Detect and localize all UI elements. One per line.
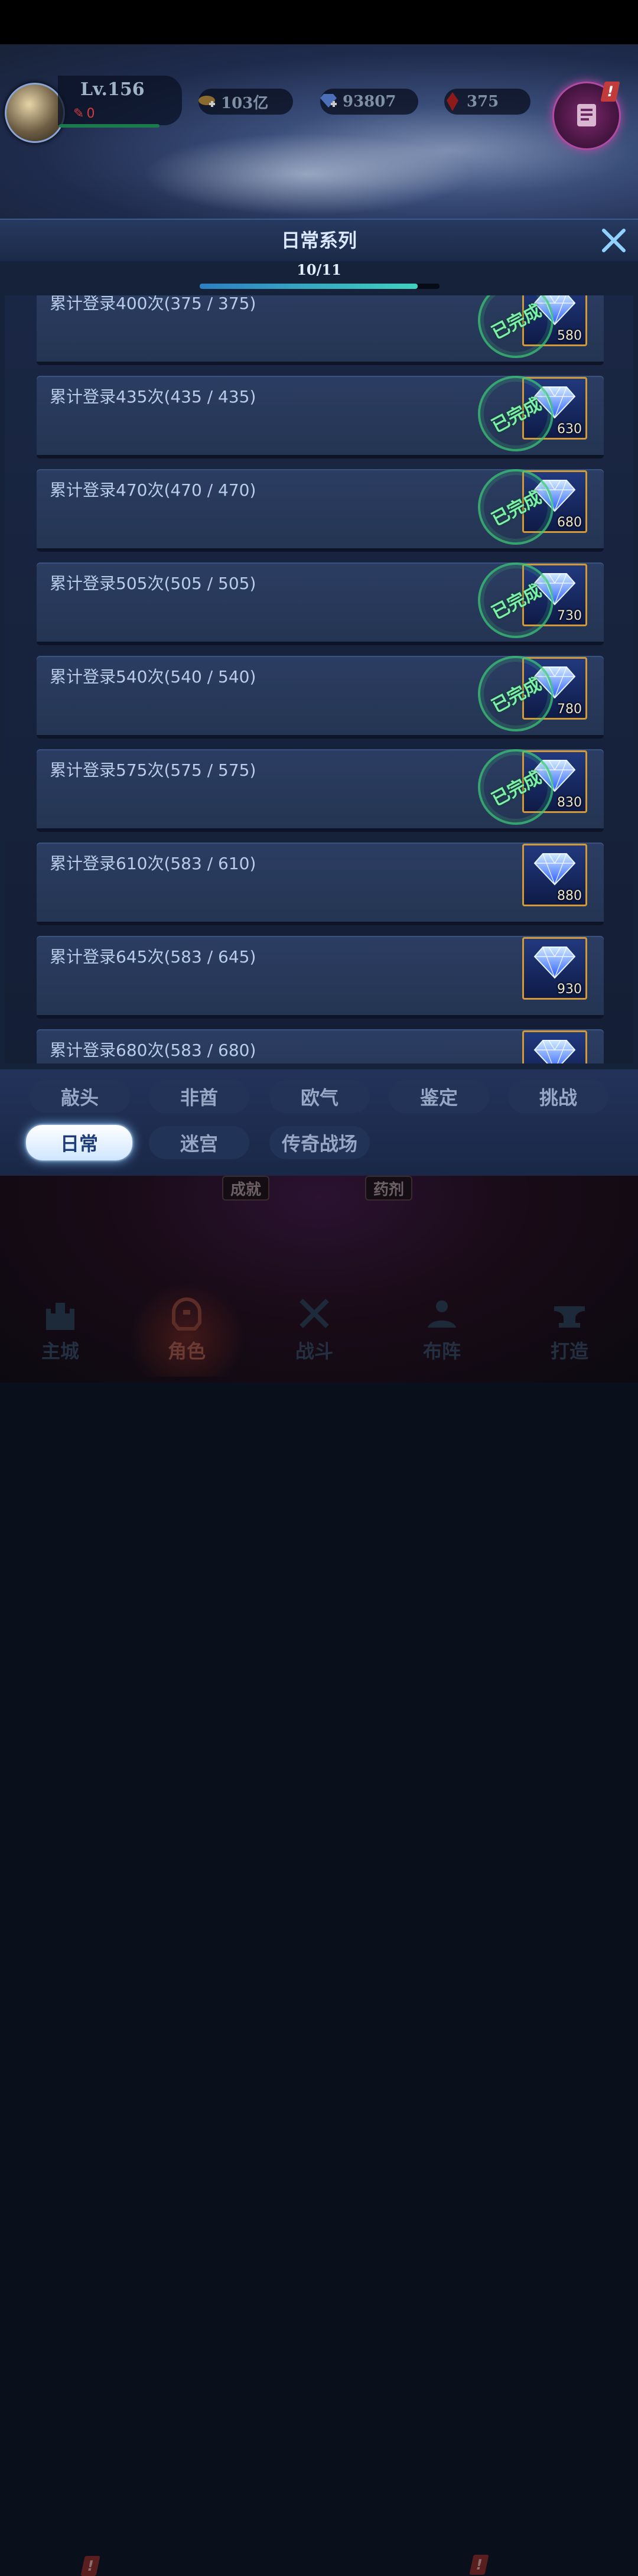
task-row[interactable]: 累计登录540次(540 / 540) 780 已完成 bbox=[37, 656, 604, 739]
diamond-icon bbox=[532, 295, 577, 329]
gold-icon bbox=[195, 90, 219, 113]
scene-background bbox=[0, 44, 638, 222]
scroll-icon bbox=[570, 98, 603, 134]
task-row[interactable]: 累计登录400次(375 / 375) 580 已完成 bbox=[37, 295, 604, 365]
nav-main-city[interactable]: 主城 bbox=[1, 1282, 119, 1377]
diamond-counter[interactable]: 93807 bbox=[320, 89, 418, 115]
task-row[interactable]: 累计登录680次(583 / 680) bbox=[37, 1029, 604, 1063]
nav-battle-label: 战斗 bbox=[295, 1340, 333, 1362]
diamond-icon bbox=[532, 758, 577, 796]
progress-label: 10/11 bbox=[297, 261, 341, 278]
crystal-value: 375 bbox=[467, 93, 499, 110]
task-title: 累计登录680次(583 / 680) bbox=[50, 1040, 256, 1060]
panel-header: 日常系列 bbox=[0, 220, 638, 261]
reward-count: 880 bbox=[557, 889, 582, 903]
tab-tiaozhan[interactable]: 挑战 bbox=[508, 1080, 608, 1113]
task-row[interactable]: 累计登录470次(470 / 470) 680 已完成 bbox=[37, 469, 604, 552]
reward-count: 630 bbox=[557, 422, 582, 437]
nav-forge-label: 打造 bbox=[550, 1340, 588, 1362]
diamond-icon bbox=[532, 851, 577, 889]
nav-formation-label: 布阵 bbox=[422, 1340, 461, 1362]
reward-count: 730 bbox=[557, 609, 582, 623]
bottom-navigation: 主城 ! 角色 战斗 布阵 ! 打造 bbox=[0, 1282, 638, 2576]
reward-item[interactable] bbox=[522, 1030, 587, 1063]
tab-ouqi[interactable]: 欧气 bbox=[269, 1080, 370, 1113]
nav-forge[interactable]: 打造 bbox=[510, 1282, 629, 1377]
task-row[interactable]: 累计登录575次(575 / 575) 830 已完成 bbox=[37, 749, 604, 832]
player-hp-bar bbox=[59, 124, 160, 128]
nav-formation[interactable]: 布阵 bbox=[383, 1282, 501, 1377]
nav-character-label: 角色 bbox=[167, 1340, 206, 1362]
task-title: 累计登录610次(583 / 610) bbox=[50, 854, 256, 873]
anvil-icon bbox=[549, 1293, 590, 1334]
tab-jianding[interactable]: 鉴定 bbox=[389, 1080, 489, 1113]
task-row[interactable]: 累计登录435次(435 / 435) 630 已完成 bbox=[37, 376, 604, 458]
achievements-label: 成就 bbox=[222, 1176, 270, 1201]
player-avatar[interactable] bbox=[5, 83, 65, 143]
status-bar bbox=[0, 0, 638, 44]
diamond-icon bbox=[532, 571, 577, 609]
tab-migong[interactable]: 迷宫 bbox=[149, 1126, 249, 1159]
daily-series-panel: 日常系列 10/11 累计登录400次(375 / 375) 580 已完成 累计登录… bbox=[0, 219, 638, 1177]
crossed-swords-icon bbox=[294, 1293, 335, 1334]
task-row[interactable]: 累计登录645次(583 / 645) 930 bbox=[37, 936, 604, 1019]
diamond-icon bbox=[532, 385, 577, 422]
task-row[interactable]: 累计登录505次(505 / 505) 730 已完成 bbox=[37, 562, 604, 645]
tab-richang[interactable]: 日常 bbox=[26, 1125, 132, 1160]
reward-item[interactable]: 830 bbox=[522, 750, 587, 813]
reward-count: 930 bbox=[557, 982, 582, 997]
task-title: 累计登录470次(470 / 470) bbox=[50, 480, 256, 500]
tab-feiqiu[interactable]: 非酋 bbox=[149, 1080, 249, 1113]
progress-bar-fill bbox=[200, 284, 418, 289]
task-title: 累计登录575次(575 / 575) bbox=[50, 760, 256, 780]
task-title: 累计登录645次(583 / 645) bbox=[50, 947, 256, 967]
diamond-value: 93807 bbox=[343, 93, 396, 110]
red-crystal-icon bbox=[441, 90, 464, 113]
nav-main-city-label: 主城 bbox=[41, 1340, 79, 1362]
reward-item[interactable]: 730 bbox=[522, 564, 587, 626]
close-icon bbox=[602, 229, 626, 252]
gold-counter[interactable]: 103亿 bbox=[198, 89, 293, 115]
panel-title: 日常系列 bbox=[281, 229, 357, 252]
reward-item[interactable]: 780 bbox=[522, 657, 587, 720]
castle-icon bbox=[40, 1293, 81, 1334]
task-row[interactable]: 累计登录610次(583 / 610) 880 bbox=[37, 843, 604, 925]
gold-value: 103亿 bbox=[221, 94, 269, 112]
task-title: 累计登录505次(505 / 505) bbox=[50, 574, 256, 593]
tab-chuanqi-zhanchang[interactable]: 传奇战场 bbox=[269, 1126, 370, 1159]
formation-icon bbox=[421, 1293, 463, 1334]
category-tab-bar: 敲头 非酋 欧气 鉴定 挑战 日常 迷宫 传奇战场 bbox=[0, 1069, 638, 1176]
task-title: 累计登录400次(375 / 375) bbox=[50, 295, 256, 313]
nav-battle[interactable]: 战斗 bbox=[255, 1282, 373, 1377]
progress-bar bbox=[200, 284, 440, 289]
power-value: 0 bbox=[73, 106, 95, 121]
nav-character[interactable]: 角色 bbox=[128, 1282, 246, 1377]
player-level: Lv.156 bbox=[80, 79, 145, 100]
reward-item[interactable]: 930 bbox=[522, 937, 587, 1000]
reward-count: 830 bbox=[557, 795, 582, 810]
diamond-icon bbox=[532, 1038, 577, 1063]
potions-label: 药剂 bbox=[365, 1176, 413, 1201]
nav-main-city-alert: ! bbox=[80, 2556, 100, 2576]
reward-item[interactable]: 680 bbox=[522, 470, 587, 533]
reward-count: 580 bbox=[557, 328, 582, 343]
reward-item[interactable]: 880 bbox=[522, 844, 587, 906]
diamond-icon bbox=[532, 478, 577, 516]
reward-item[interactable]: 580 bbox=[522, 295, 587, 346]
task-list[interactable]: 累计登录400次(375 / 375) 580 已完成 累计登录435次(435 / … bbox=[5, 295, 633, 1063]
crystal-counter[interactable]: 375 bbox=[444, 89, 530, 115]
nav-formation-alert: ! bbox=[469, 2555, 489, 2575]
reward-count: 780 bbox=[557, 702, 582, 717]
reward-count: 680 bbox=[557, 515, 582, 530]
task-title: 累计登录540次(540 / 540) bbox=[50, 667, 256, 687]
diamond-icon bbox=[532, 665, 577, 702]
tab-qiaotou[interactable]: 敲头 bbox=[30, 1080, 130, 1113]
reward-item[interactable]: 630 bbox=[522, 377, 587, 440]
diamond-icon bbox=[317, 90, 340, 113]
diamond-icon bbox=[532, 945, 577, 983]
helmet-icon bbox=[166, 1293, 207, 1334]
player-level-box: Lv.156 0 bbox=[58, 76, 182, 125]
task-title: 累计登录435次(435 / 435) bbox=[50, 387, 256, 406]
close-button[interactable] bbox=[597, 223, 631, 258]
